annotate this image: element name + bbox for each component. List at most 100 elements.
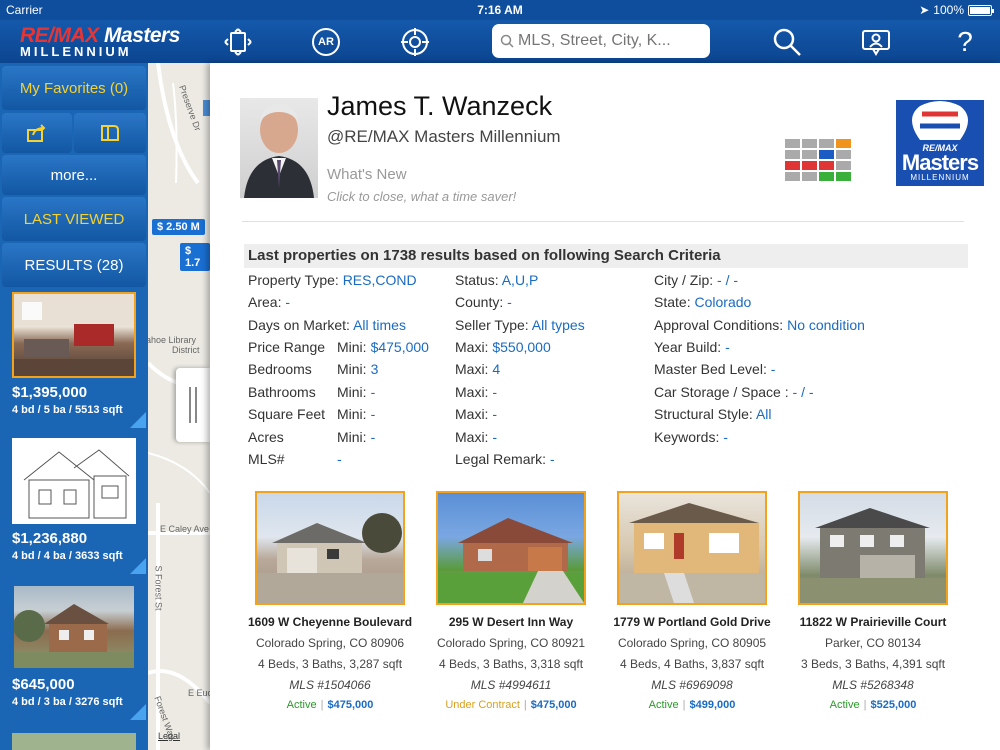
app-logo[interactable]: RE/MAX Masters MILLENNIUM xyxy=(20,24,180,59)
property-photo xyxy=(255,491,405,605)
agent-contact-icon[interactable] xyxy=(861,27,891,57)
location-target-icon[interactable] xyxy=(400,27,430,57)
whats-new-link[interactable]: What's New xyxy=(327,166,407,183)
criteria-value[interactable]: - xyxy=(371,406,376,422)
criteria-value[interactable]: - xyxy=(285,294,290,310)
criteria-car-storage: Car Storage / Space : - / - xyxy=(654,384,814,400)
criteria-value[interactable]: $550,000 xyxy=(492,339,550,355)
ar-icon[interactable]: AR xyxy=(311,27,341,57)
results-button[interactable]: RESULTS (28) xyxy=(2,243,146,287)
map-label: E Caley Ave xyxy=(160,524,209,534)
property-status: Active xyxy=(286,699,317,711)
property-mls: MLS #6969098 xyxy=(651,678,733,692)
listing-corner-marker xyxy=(130,558,146,574)
criteria-value[interactable]: - / - xyxy=(793,384,814,400)
ar-label: AR xyxy=(318,36,334,48)
criteria-price-mini: Mini: $475,000 xyxy=(337,339,429,355)
property-price: $499,000 xyxy=(689,699,736,711)
criteria-value[interactable]: - xyxy=(492,384,497,400)
header-divider xyxy=(242,221,964,222)
agent-company: @RE/MAX Masters Millennium xyxy=(327,127,561,146)
criteria-value[interactable]: All times xyxy=(353,317,406,333)
search-icon[interactable] xyxy=(772,27,802,57)
property-status-row: Active | $475,000 xyxy=(286,699,374,711)
criteria-value[interactable]: All xyxy=(756,406,772,422)
search-field[interactable] xyxy=(492,24,710,58)
criteria-bedrooms-mini: Mini: 3 xyxy=(337,361,379,377)
listing-card[interactable]: $645,000 4 bd / 3 ba / 3276 sqft xyxy=(8,584,146,724)
criteria-value[interactable]: $475,000 xyxy=(371,339,429,355)
criteria-value[interactable]: A,U,P xyxy=(502,272,539,288)
whats-new-subtitle[interactable]: Click to close, what a time saver! xyxy=(327,189,516,204)
listing-specs: 4 bd / 4 ba / 3633 sqft xyxy=(12,550,123,562)
property-specs: 4 Beds, 3 Baths, 3,318 sqft xyxy=(438,657,584,671)
map-price-pin[interactable]: $ 2.50 M xyxy=(152,219,205,235)
share-button[interactable] xyxy=(2,113,72,153)
fullscreen-icon[interactable] xyxy=(223,27,253,57)
criteria-value[interactable]: - xyxy=(371,384,376,400)
criteria-county: County: - xyxy=(455,294,512,310)
last-viewed-label: LAST VIEWED xyxy=(23,210,125,228)
criteria-value[interactable]: - xyxy=(507,294,512,310)
battery-indicator: ➤ 100% xyxy=(919,3,994,17)
listing-price: $1,395,000 xyxy=(12,384,88,401)
criteria-acres: Acres xyxy=(248,429,284,445)
map-label: ahoe Library xyxy=(148,335,197,345)
criteria-value[interactable]: Colorado xyxy=(694,294,751,310)
criteria-bedrooms: Bedrooms xyxy=(248,361,312,377)
help-icon[interactable]: ? xyxy=(950,26,980,57)
agent-results-panel: James T. Wanzeck @RE/MAX Masters Millenn… xyxy=(210,63,1000,750)
property-mls: MLS #4994611 xyxy=(470,678,552,692)
favorites-button[interactable]: My Favorites (0) xyxy=(2,66,146,110)
battery-percent: 100% xyxy=(933,3,964,17)
last-viewed-button[interactable]: LAST VIEWED xyxy=(2,197,146,241)
property-card[interactable]: 295 W Desert Inn Way Colorado Spring, CO… xyxy=(426,491,596,711)
criteria-bathrooms-maxi: Maxi: - xyxy=(455,384,498,400)
property-status-row: Under Contract | $475,000 xyxy=(445,699,577,711)
criteria-value[interactable]: No condition xyxy=(787,317,865,333)
criteria-structural-style: Structural Style: All xyxy=(654,406,772,422)
criteria-value[interactable]: - xyxy=(771,361,776,377)
criteria-square-feet-maxi: Maxi: - xyxy=(455,406,498,422)
criteria-bathrooms-mini: Mini: - xyxy=(337,384,376,400)
property-status: Active xyxy=(829,699,860,711)
more-button[interactable]: more... xyxy=(2,155,146,195)
criteria-value[interactable]: - xyxy=(492,429,497,445)
map-legal-link[interactable]: Legal xyxy=(158,731,180,741)
search-input[interactable] xyxy=(518,32,698,50)
criteria-value[interactable]: - xyxy=(725,339,730,355)
left-sidebar: My Favorites (0) more... LAST VIEWED RES… xyxy=(0,63,148,750)
criteria-value[interactable]: 3 xyxy=(371,361,379,377)
criteria-value[interactable]: RES,COND xyxy=(343,272,417,288)
property-specs: 3 Beds, 3 Baths, 4,391 sqft xyxy=(800,657,946,671)
criteria-value[interactable]: - xyxy=(337,451,342,467)
share-icon xyxy=(27,124,46,142)
property-card[interactable]: 1779 W Portland Gold Drive Colorado Spri… xyxy=(607,491,777,711)
criteria-value[interactable]: All types xyxy=(532,317,585,333)
listing-specs: 4 bd / 3 ba / 3276 sqft xyxy=(12,696,123,708)
property-card[interactable]: 1609 W Cheyenne Boulevard Colorado Sprin… xyxy=(245,491,415,711)
criteria-value[interactable]: - / - xyxy=(717,272,738,288)
property-address: 1609 W Cheyenne Boulevard xyxy=(247,615,413,629)
listing-card[interactable]: $1,236,880 4 bd / 4 ba / 3633 sqft xyxy=(8,438,146,578)
criteria-value[interactable]: - xyxy=(371,429,376,445)
criteria-value[interactable]: - xyxy=(492,406,497,422)
criteria-value[interactable]: - xyxy=(723,429,728,445)
property-card[interactable]: 11822 W Prairieville Court Parker, CO 80… xyxy=(788,491,958,711)
listing-card[interactable]: $1,395,000 4 bd / 5 ba / 5513 sqft xyxy=(8,292,146,432)
map-price-pin[interactable]: $ 1.7 xyxy=(180,243,210,271)
criteria-value[interactable]: - xyxy=(550,451,555,467)
status-bar: Carrier 7:16 AM ➤ 100% xyxy=(0,0,1000,20)
grid-view-icon[interactable] xyxy=(785,139,851,181)
property-status-row: Active | $525,000 xyxy=(829,699,917,711)
book-button[interactable] xyxy=(74,113,146,153)
panel-drag-handle[interactable] xyxy=(176,368,210,442)
criteria-days-on-market: Days on Market: All times xyxy=(248,317,406,333)
property-city: Colorado Spring, CO 80906 xyxy=(255,636,405,650)
criteria-value[interactable]: 4 xyxy=(492,361,500,377)
property-address: 1779 W Portland Gold Drive xyxy=(613,615,771,629)
map-label: E Euc xyxy=(188,688,210,698)
criteria-master-bed-level: Master Bed Level: - xyxy=(654,361,776,377)
criteria-mls-value: - xyxy=(337,451,342,467)
property-price: $475,000 xyxy=(327,699,374,711)
